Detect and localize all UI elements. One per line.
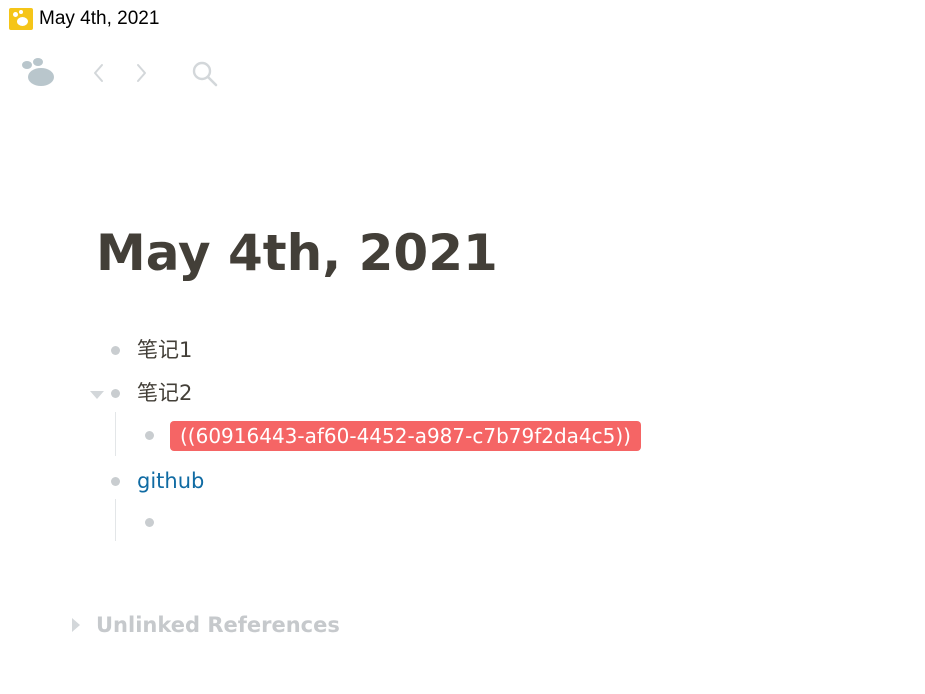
children-guide-line [115,499,116,541]
forward-button[interactable] [128,60,154,86]
block-bullet[interactable] [111,477,120,486]
page-link[interactable]: github [137,467,204,495]
back-button[interactable] [86,60,112,86]
chevron-left-icon [94,64,103,82]
logseq-logo-icon[interactable] [20,58,60,92]
block-bullet[interactable] [145,518,154,527]
page: May 4th, 2021 [96,220,876,286]
caret-right-icon [72,618,80,632]
caret-down-icon[interactable] [90,390,104,400]
app-logo-icon [9,8,33,30]
search-button[interactable] [191,60,218,87]
block-bullet[interactable] [111,346,120,355]
page-title[interactable]: May 4th, 2021 [96,220,876,286]
search-icon [192,61,218,87]
block-bullet[interactable] [111,389,120,398]
window-title: May 4th, 2021 [39,8,160,29]
block-reference[interactable]: ((60916443-af60-4452-a987-c7b79f2da4c5)) [170,421,641,451]
unlinked-references-label: Unlinked References [96,613,340,637]
block-text[interactable]: 笔记2 [137,379,192,407]
chevron-right-icon [137,64,146,82]
block-text[interactable]: 笔记1 [137,336,192,364]
window-titlebar: May 4th, 2021 [0,0,925,38]
toolbar [0,50,925,100]
block-bullet[interactable] [145,431,154,440]
children-guide-line [115,412,116,456]
